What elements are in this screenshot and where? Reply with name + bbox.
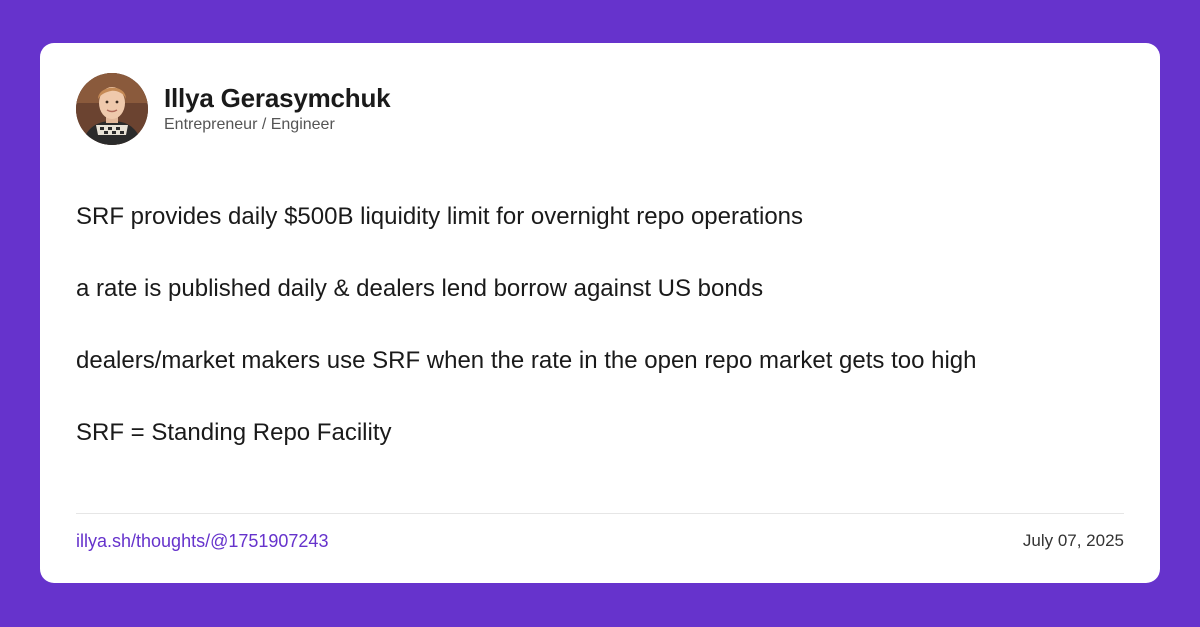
post-body: SRF provides daily $500B liquidity limit… bbox=[76, 199, 1124, 487]
author-title: Entrepreneur / Engineer bbox=[164, 116, 335, 133]
post-line: SRF = Standing Repo Facility bbox=[76, 419, 392, 446]
footer-divider bbox=[76, 513, 1124, 514]
author-info: Illya Gerasymchuk Entrepreneur / Enginee… bbox=[164, 83, 391, 135]
permalink[interactable]: illya.sh/thoughts/@1751907243 bbox=[76, 530, 328, 552]
post-date: July 07, 2025 bbox=[1022, 531, 1124, 550]
post-line: a rate is published daily & dealers lend… bbox=[76, 275, 764, 302]
avatar bbox=[76, 73, 148, 145]
post-line: SRF provides daily $500B liquidity limit… bbox=[76, 203, 804, 230]
post-header: Illya Gerasymchuk Entrepreneur / Enginee… bbox=[76, 73, 391, 145]
author-name: Illya Gerasymchuk bbox=[164, 83, 391, 113]
post-card: Illya Gerasymchuk Entrepreneur / Enginee… bbox=[40, 43, 1160, 583]
post-line: dealers/market makers use SRF when the r… bbox=[76, 347, 977, 374]
